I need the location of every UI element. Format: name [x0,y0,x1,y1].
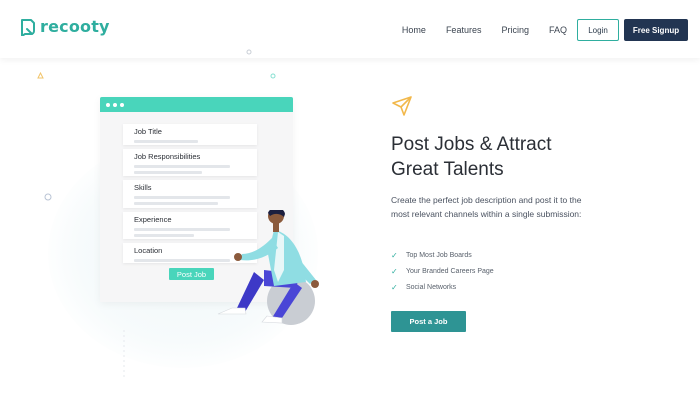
feature-text: Your Branded Careers Page [406,267,494,275]
window-dot [113,102,117,107]
nav-link-home[interactable]: Home [402,19,426,41]
decor-triangle-icon [37,72,44,79]
nav-links: Home Features Pricing FAQ Login Free Sig… [382,19,688,41]
field-placeholder-line [134,171,202,174]
person-illustration [217,210,319,325]
field-label: Job Responsibilities [134,152,201,161]
decor-ring-icon [246,49,252,55]
field-placeholder-line [134,202,218,205]
field-label: Job Title [134,127,162,136]
field-placeholder-line [134,234,194,237]
feature-text: Social Networks [406,283,457,291]
window-dot [106,102,110,107]
post-a-job-button[interactable]: Post a Job [391,311,466,332]
list-item: ✓ Your Branded Careers Page [391,263,494,279]
nav-link-pricing[interactable]: Pricing [501,19,529,41]
feature-list: ✓ Top Most Job Boards ✓ Your Branded Car… [391,247,494,295]
decor-ring-icon [44,193,52,201]
window-dot [120,102,124,107]
list-item: ✓ Social Networks [391,279,494,295]
check-icon: ✓ [391,266,398,276]
hero-description: Create the perfect job description and p… [391,195,582,219]
navbar: recooty Home Features Pricing FAQ Login … [0,0,700,58]
nav-link-faq[interactable]: FAQ [549,19,567,41]
field-placeholder-line [134,196,230,199]
page-title: Post Jobs & Attract Great Talents [391,132,641,182]
login-button[interactable]: Login [577,19,619,41]
field-placeholder-line [134,140,198,143]
decor-line [123,330,125,378]
check-icon: ✓ [391,250,398,260]
window-titlebar [100,97,293,112]
nav-link-features[interactable]: Features [446,19,482,41]
brand-name: recooty [40,17,110,36]
post-job-illustration-button: Post Job [169,268,214,280]
title-line-1: Post Jobs & Attract [391,134,552,155]
field-label: Skills [134,183,152,192]
free-signup-button[interactable]: Free Signup [624,19,688,41]
logo-icon [21,18,35,36]
decor-dot-icon [270,73,276,79]
check-icon: ✓ [391,282,398,292]
job-title-field: Job Title [123,124,257,145]
list-item: ✓ Top Most Job Boards [391,247,494,263]
paper-plane-icon [392,96,412,116]
job-responsibilities-field: Job Responsibilities [123,149,257,176]
field-placeholder-line [134,165,230,168]
brand-logo[interactable]: recooty [20,17,110,36]
hero-illustration: Job Title Job Responsibilities Skills Ex… [0,49,370,420]
title-line-2: Great Talents [391,159,504,180]
feature-text: Top Most Job Boards [406,251,472,259]
skills-field: Skills [123,180,257,208]
